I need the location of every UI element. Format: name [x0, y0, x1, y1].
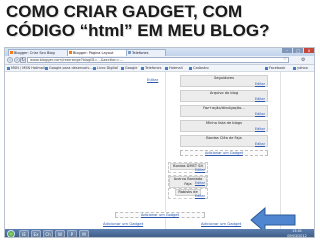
add-gadget-link-left[interactable]: Adicionar um Gadget	[103, 221, 143, 226]
address-input[interactable]: www.blogger.com/rearrange?blogID=…&secti…	[27, 57, 289, 63]
taskbar-app[interactable]: P	[67, 230, 77, 237]
windows-taskbar: IE Ex Ch W P M 13:41 09/03/2012	[5, 229, 314, 238]
bookmarks-bar: MSN / MSN Hotmail Google para desenvolv……	[5, 65, 314, 72]
edit-link[interactable]: Editar	[255, 127, 265, 131]
edit-link[interactable]: Editar	[255, 82, 265, 86]
edit-link[interactable]: Editar	[255, 97, 265, 101]
taskbar-app[interactable]: IE	[19, 230, 29, 237]
reload-icon[interactable]: ↻	[20, 57, 26, 63]
sidebar-column: Seguidores Editar Arquivo do blog Editar…	[165, 72, 281, 229]
bookmark-icon	[7, 66, 10, 70]
close-button[interactable]: x	[304, 48, 314, 53]
tab-criar-blog[interactable]: Blogger: Criar Seu Blog	[8, 49, 68, 56]
edit-link[interactable]: Editar	[255, 142, 265, 146]
screenshot-browser-window: Blogger: Criar Seu Blog Blogger: Página …	[4, 47, 315, 238]
taskbar-app[interactable]: Ch	[43, 230, 53, 237]
bookmark-icon	[93, 66, 96, 70]
taskbar-clock[interactable]: 13:41 09/03/2012	[284, 229, 310, 238]
tab-label: Blogger: Criar Seu Blog	[14, 51, 55, 55]
left-edit-link[interactable]: Editar	[147, 77, 158, 82]
taskbar-app[interactable]: M	[79, 230, 89, 237]
gadget-seguidores[interactable]: Seguidores Editar	[180, 75, 268, 87]
blogger-icon	[10, 51, 13, 54]
bookmark-icon	[121, 66, 124, 70]
edit-link[interactable]: Editar	[195, 181, 205, 185]
bookmark-item[interactable]: Hotmail	[165, 65, 183, 71]
bookmark-icon	[265, 66, 268, 70]
bookmark-item[interactable]: Facebook	[265, 65, 285, 71]
bookmark-star-icon[interactable]: ☆	[283, 57, 287, 63]
slide-title: COMO CRIAR GADGET, COM CÓDIGO “html” EM …	[6, 2, 314, 40]
clock-date: 09/03/2012	[287, 233, 307, 238]
gadget-bordas-dmst[interactable]: Bordas DMST Sit Editar	[168, 162, 208, 173]
bookmark-icon	[141, 66, 144, 70]
gadget-divulgacao[interactable]: Faz+ação/divulgação… Editar	[180, 105, 268, 117]
bookmark-item[interactable]: Livro Digital	[93, 65, 118, 71]
gadget-rabisks[interactable]: Rabisks de Editar	[168, 188, 208, 199]
bookmark-item[interactable]: Cadastro	[189, 65, 209, 71]
bookmark-item[interactable]: Telefones	[141, 65, 161, 71]
tab-label: Telefones	[132, 51, 149, 55]
wrench-menu-icon[interactable]: ⚙	[301, 57, 305, 63]
bookmark-icon	[293, 66, 296, 70]
back-icon[interactable]: ‹	[7, 57, 13, 63]
add-gadget-link-center[interactable]: Adicionar um Gadget	[115, 212, 205, 218]
slide-title-line-1: COMO CRIAR GADGET, COM	[6, 2, 243, 21]
blogger-icon	[69, 51, 72, 54]
bookmark-item[interactable]: yahoo	[293, 65, 308, 71]
gadget-arquivo[interactable]: Arquivo do blog Editar	[180, 90, 268, 102]
page-icon	[128, 51, 131, 54]
bookmark-item[interactable]: Google	[121, 65, 137, 71]
add-gadget-link-right[interactable]: Adicionar um Gadget	[201, 221, 241, 226]
maximize-button[interactable]: □	[293, 48, 303, 53]
taskbar-app[interactable]: Ex	[31, 230, 41, 237]
slide-title-line-2: CÓDIGO “html” EM MEU BLOG?	[6, 21, 270, 40]
bookmark-icon	[45, 66, 48, 70]
bookmark-icon	[189, 66, 192, 70]
gadget-bordas-clea[interactable]: Bordas Cléa de Faja Editar	[180, 135, 268, 147]
gadget-lista-blogs[interactable]: Minha lista de blogs Editar	[180, 120, 268, 132]
tab-telefones[interactable]: Telefones	[126, 49, 166, 56]
edit-link[interactable]: Editar	[255, 112, 265, 116]
edit-link[interactable]: Editar	[195, 194, 205, 198]
tab-label: Blogger: Página Layout	[73, 51, 114, 55]
edit-link[interactable]: Editar	[195, 168, 205, 172]
add-gadget-link[interactable]: Adicionar um Gadget	[180, 150, 268, 156]
bookmark-icon	[165, 66, 168, 70]
tab-pagina-layout[interactable]: Blogger: Página Layout	[67, 49, 127, 56]
taskbar-app[interactable]: W	[55, 230, 65, 237]
bookmark-item[interactable]: MSN / MSN Hotmail	[7, 65, 45, 71]
gadget-acervo[interactable]: Acervo Bordado Faja Editar	[168, 175, 208, 188]
start-button[interactable]	[7, 230, 15, 237]
minimize-button[interactable]: –	[282, 48, 292, 53]
address-toolbar: ‹ › ↻ www.blogger.com/rearrange?blogID=……	[5, 56, 314, 65]
blogger-layout-page: Editar Seguidores Editar Arquivo do blog…	[5, 72, 314, 233]
bookmark-item[interactable]: Google para desenvolv…	[45, 65, 93, 71]
tab-strip: Blogger: Criar Seu Blog Blogger: Página …	[5, 48, 314, 56]
